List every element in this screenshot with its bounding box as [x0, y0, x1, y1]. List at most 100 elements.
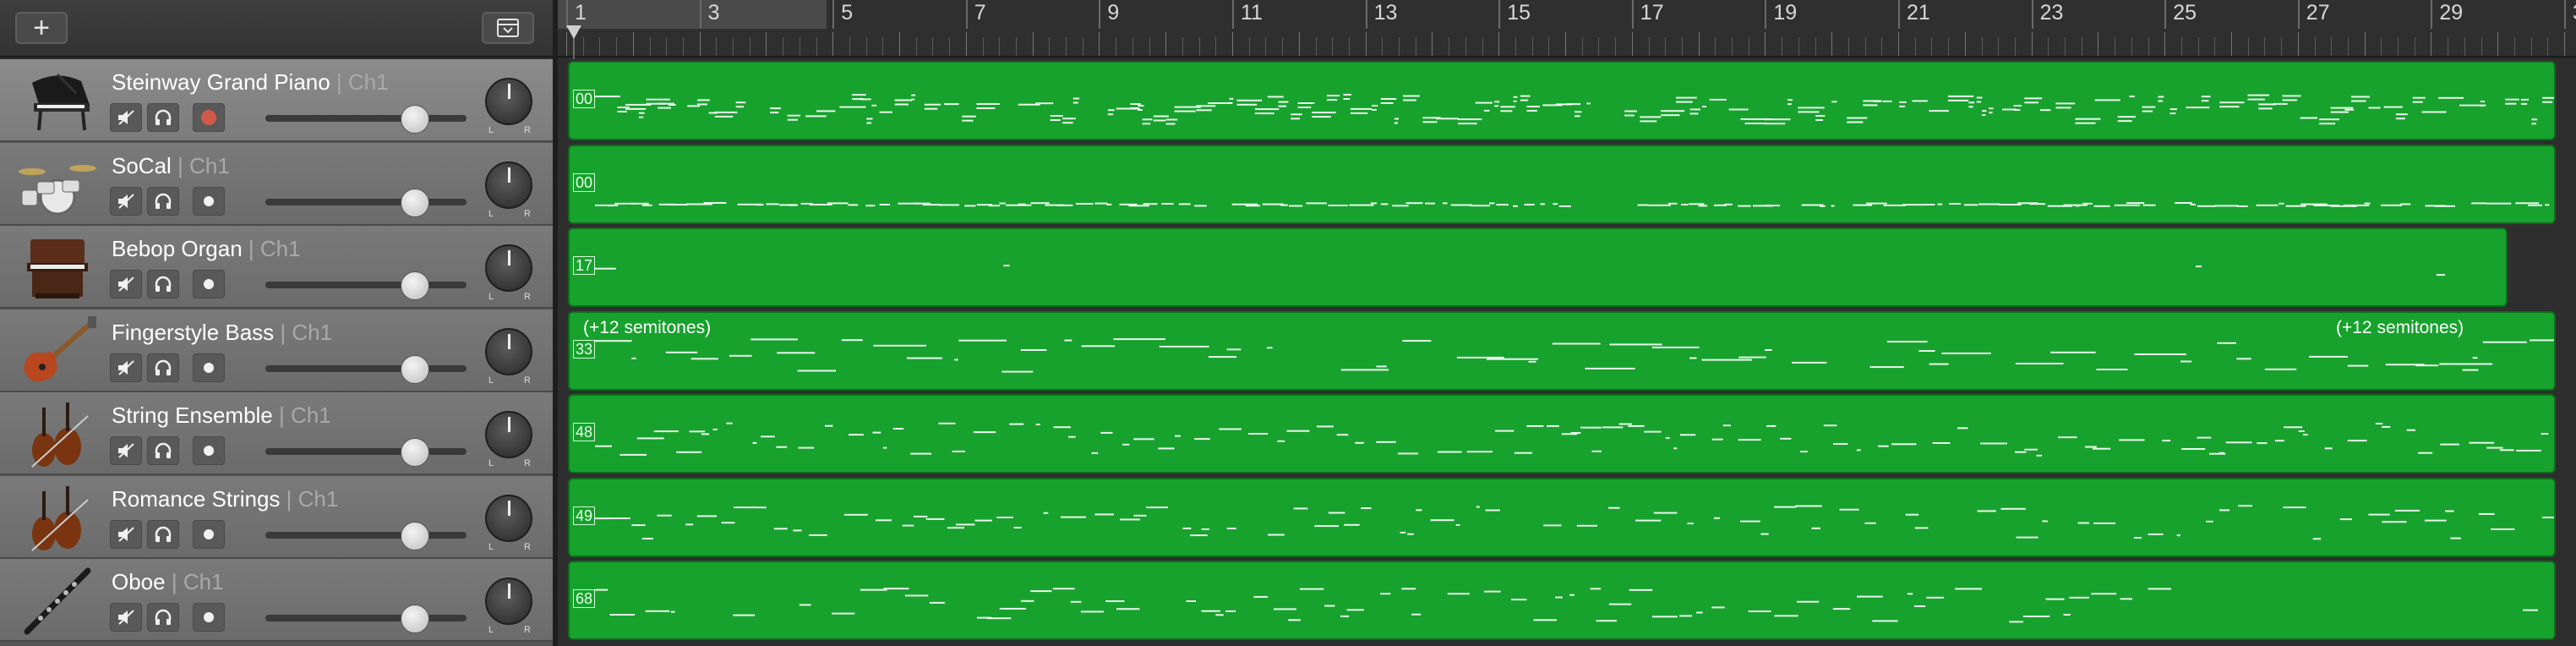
region-number: 00	[573, 172, 596, 192]
ruler-bar-9: 9	[1099, 0, 1119, 29]
track-header-7[interactable]: Oboe | Ch1 L R	[0, 559, 553, 642]
add-track-button[interactable]: +	[15, 12, 68, 44]
volume-slider[interactable]	[265, 438, 467, 467]
ruler-bar-21: 21	[1898, 0, 1930, 29]
mute-speaker-icon	[118, 610, 134, 625]
volume-slider[interactable]	[265, 105, 467, 134]
volume-slider-handle[interactable]	[401, 271, 430, 300]
track-name[interactable]: Fingerstyle Bass | Ch1	[112, 320, 332, 346]
volume-slider[interactable]	[265, 521, 467, 550]
track-lane-2: 00	[558, 143, 2576, 226]
track-header-3[interactable]: Bebop Organ | Ch1 L R	[0, 226, 553, 309]
volume-slider-handle[interactable]	[401, 188, 430, 217]
record-enable-button[interactable]	[193, 603, 225, 632]
mute-button[interactable]	[110, 436, 142, 465]
volume-slider[interactable]	[265, 188, 467, 217]
pan-knob[interactable]	[485, 161, 532, 209]
record-enable-button[interactable]	[193, 103, 225, 132]
region-number: 17	[573, 256, 596, 275]
midi-region[interactable]: 49	[568, 477, 2556, 557]
arrangement-area[interactable]: 00 00 17 33 (+12 semitones) (+12 semitones) 48…	[558, 59, 2576, 646]
headphones-icon	[155, 359, 172, 375]
solo-headphones-button[interactable]	[147, 436, 179, 465]
track-header-4[interactable]: Fingerstyle Bass | Ch1 L R	[0, 309, 553, 392]
ruler-bar-numbers: 135791113151719212325272931	[558, 0, 2576, 56]
track-header-6[interactable]: Romance Strings | Ch1 L R	[0, 475, 553, 559]
record-icon	[204, 446, 214, 456]
pan-lr-labels: LR	[488, 375, 531, 386]
track-name-text: Steinway Grand Piano	[112, 69, 330, 95]
track-name-text: String Ensemble	[112, 402, 273, 428]
volume-slider-handle[interactable]	[401, 521, 430, 550]
track-name[interactable]: Bebop Organ | Ch1	[112, 236, 301, 262]
track-name[interactable]: Oboe | Ch1	[112, 569, 224, 595]
pan-knob[interactable]	[485, 411, 532, 458]
track-channel: | Ch1	[171, 569, 224, 594]
midi-region[interactable]: 00	[568, 61, 2556, 140]
track-name[interactable]: Romance Strings | Ch1	[112, 486, 338, 512]
midi-region[interactable]: 17	[568, 227, 2508, 307]
playhead[interactable]	[566, 25, 581, 39]
volume-slider[interactable]	[265, 605, 467, 633]
midi-notes	[595, 265, 2446, 276]
track-lane-7: 68	[558, 559, 2576, 642]
track-lane-3: 17	[558, 226, 2576, 309]
volume-slider[interactable]	[265, 354, 467, 384]
midi-region[interactable]: 48	[568, 394, 2556, 474]
volume-slider-handle[interactable]	[401, 354, 430, 384]
solo-headphones-button[interactable]	[147, 603, 179, 632]
pan-right-label: R	[524, 292, 531, 302]
pan-knob[interactable]	[485, 78, 532, 125]
mute-button[interactable]	[110, 353, 142, 382]
record-enable-button[interactable]	[193, 186, 225, 216]
timeline-ruler[interactable]: 135791113151719212325272931	[558, 0, 2576, 57]
headphones-icon	[155, 609, 172, 625]
volume-slider-handle[interactable]	[401, 438, 430, 467]
headphones-icon	[155, 526, 172, 542]
record-enable-button[interactable]	[193, 436, 225, 465]
volume-slider-handle[interactable]	[401, 605, 430, 633]
pan-knob[interactable]	[485, 494, 532, 542]
mute-button[interactable]	[110, 519, 142, 549]
mute-button[interactable]	[110, 186, 142, 216]
track-channel: | Ch1	[280, 319, 333, 345]
midi-region[interactable]: 68	[568, 561, 2556, 640]
track-list: Steinway Grand Piano | Ch1 L R SoCal | Ch1 L…	[0, 59, 553, 646]
track-header-2[interactable]: SoCal | Ch1 L R	[0, 142, 553, 226]
mute-button[interactable]	[110, 603, 142, 632]
pan-knob[interactable]	[485, 244, 532, 292]
record-enable-button[interactable]	[193, 270, 225, 298]
track-header-5[interactable]: String Ensemble | Ch1 L R	[0, 392, 553, 475]
track-name[interactable]: SoCal | Ch1	[112, 153, 230, 179]
track-header-1[interactable]: Steinway Grand Piano | Ch1 L R	[0, 59, 553, 142]
pan-knob[interactable]	[485, 578, 532, 625]
track-options-button[interactable]	[482, 12, 534, 44]
midi-region[interactable]: 00	[568, 144, 2556, 224]
mute-speaker-icon	[118, 110, 134, 125]
mute-speaker-icon	[118, 359, 134, 375]
track-channel: | Ch1	[286, 485, 339, 512]
solo-headphones-button[interactable]	[147, 103, 179, 132]
solo-headphones-button[interactable]	[147, 353, 179, 382]
mute-button[interactable]	[110, 103, 142, 132]
toolbar-header: + 135791113151719212325272931	[0, 0, 2576, 57]
pan-left-label: L	[488, 292, 494, 302]
record-enable-button[interactable]	[193, 519, 225, 549]
pan-right-label: R	[524, 375, 531, 386]
mute-button[interactable]	[110, 270, 142, 298]
volume-slider-handle[interactable]	[401, 105, 430, 134]
pan-knob[interactable]	[485, 327, 532, 375]
record-enable-button[interactable]	[193, 353, 225, 382]
ruler-bar-29: 29	[2431, 0, 2463, 29]
pan-indicator	[508, 417, 510, 432]
solo-headphones-button[interactable]	[147, 519, 179, 549]
midi-region[interactable]: 33 (+12 semitones) (+12 semitones)	[568, 310, 2556, 391]
solo-headphones-button[interactable]	[147, 270, 179, 298]
solo-headphones-button[interactable]	[147, 186, 179, 216]
volume-slider[interactable]	[265, 271, 467, 300]
track-header-toolbar: +	[0, 0, 553, 57]
track-name[interactable]: Steinway Grand Piano | Ch1	[112, 69, 389, 96]
record-icon	[204, 279, 214, 289]
track-name[interactable]: String Ensemble | Ch1	[112, 402, 331, 429]
record-icon	[201, 110, 216, 125]
